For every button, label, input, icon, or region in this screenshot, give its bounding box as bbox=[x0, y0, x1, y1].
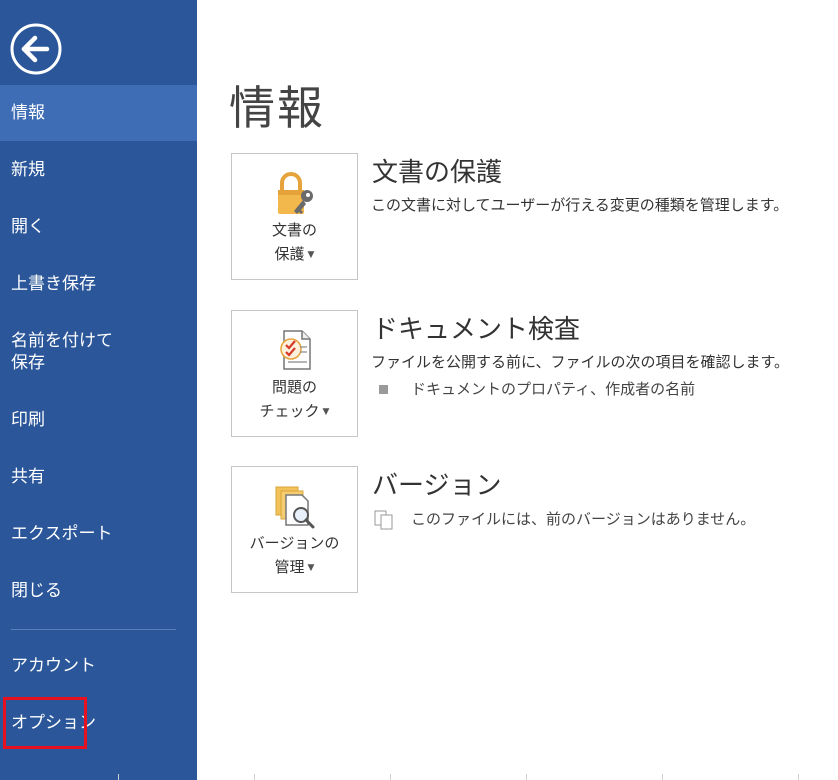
section-title-versions: バージョン bbox=[372, 471, 502, 501]
tile-label: バージョンの 管理 ▼ bbox=[249, 534, 340, 576]
nav-item-label: アカウント bbox=[11, 656, 96, 676]
inspect-item-text: ドキュメントのプロパティ、作成者の名前 bbox=[411, 380, 696, 398]
protect-document-button[interactable]: 文書の 保護 ▼ bbox=[231, 153, 358, 280]
bullet-square-icon bbox=[379, 385, 388, 394]
tile-label: 文書の 保護 ▼ bbox=[271, 221, 317, 263]
bottom-ruler bbox=[0, 774, 838, 780]
tile-label: 問題の チェック ▼ bbox=[259, 378, 330, 420]
nav-item-label: 上書き保存 bbox=[11, 274, 96, 294]
nav-item-account[interactable]: アカウント bbox=[0, 638, 197, 694]
nav-item-label: 印刷 bbox=[11, 410, 45, 430]
manage-versions-button[interactable]: バージョンの 管理 ▼ bbox=[231, 466, 358, 593]
section-title-protect: 文書の保護 bbox=[372, 158, 503, 188]
backstage-sidebar: 情報 新規 開く 上書き保存 名前を付けて 保存 印刷 共有 エクスポート 閉じ… bbox=[0, 0, 197, 780]
section-description-inspect: ファイルを公開する前に、ファイルの次の項目を確認します。 bbox=[371, 353, 790, 371]
nav-item-label: 共有 bbox=[11, 467, 45, 487]
nav-item-info[interactable]: 情報 bbox=[0, 85, 197, 141]
nav-item-save[interactable]: 上書き保存 bbox=[0, 256, 197, 312]
sidebar-divider bbox=[11, 629, 176, 630]
nav-item-label: 情報 bbox=[11, 103, 45, 123]
back-arrow-icon[interactable] bbox=[9, 22, 63, 76]
nav-item-label: 開く bbox=[11, 217, 45, 237]
versions-info-text: このファイルには、前のバージョンはありません。 bbox=[411, 510, 756, 528]
dropdown-arrow-icon: ▼ bbox=[322, 407, 330, 417]
nav-item-new[interactable]: 新規 bbox=[0, 142, 197, 198]
lock-key-icon bbox=[270, 168, 320, 218]
nav-item-print[interactable]: 印刷 bbox=[0, 392, 197, 448]
nav-item-save-as[interactable]: 名前を付けて 保存 bbox=[0, 320, 197, 384]
nav-item-label: エクスポート bbox=[11, 524, 113, 544]
checklist-document-icon bbox=[270, 325, 320, 375]
nav-item-export[interactable]: エクスポート bbox=[0, 506, 197, 562]
check-for-issues-button[interactable]: 問題の チェック ▼ bbox=[231, 310, 358, 437]
nav-item-share[interactable]: 共有 bbox=[0, 449, 197, 505]
options-highlight-box bbox=[3, 697, 87, 749]
dropdown-arrow-icon: ▼ bbox=[307, 250, 315, 260]
dropdown-arrow-icon: ▼ bbox=[307, 563, 315, 573]
section-title-inspect: ドキュメント検査 bbox=[372, 315, 581, 345]
nav-item-open[interactable]: 開く bbox=[0, 199, 197, 255]
document-search-icon bbox=[270, 481, 320, 531]
nav-item-label: 新規 bbox=[11, 160, 45, 180]
nav-item-label: 名前を付けて 保存 bbox=[11, 331, 113, 373]
nav-item-close[interactable]: 閉じる bbox=[0, 563, 197, 619]
copy-document-icon bbox=[374, 510, 396, 530]
page-title: 情報 bbox=[229, 81, 325, 135]
nav-item-label: 閉じる bbox=[11, 581, 62, 601]
section-description-protect: この文書に対してユーザーが行える変更の種類を管理します。 bbox=[371, 196, 789, 214]
